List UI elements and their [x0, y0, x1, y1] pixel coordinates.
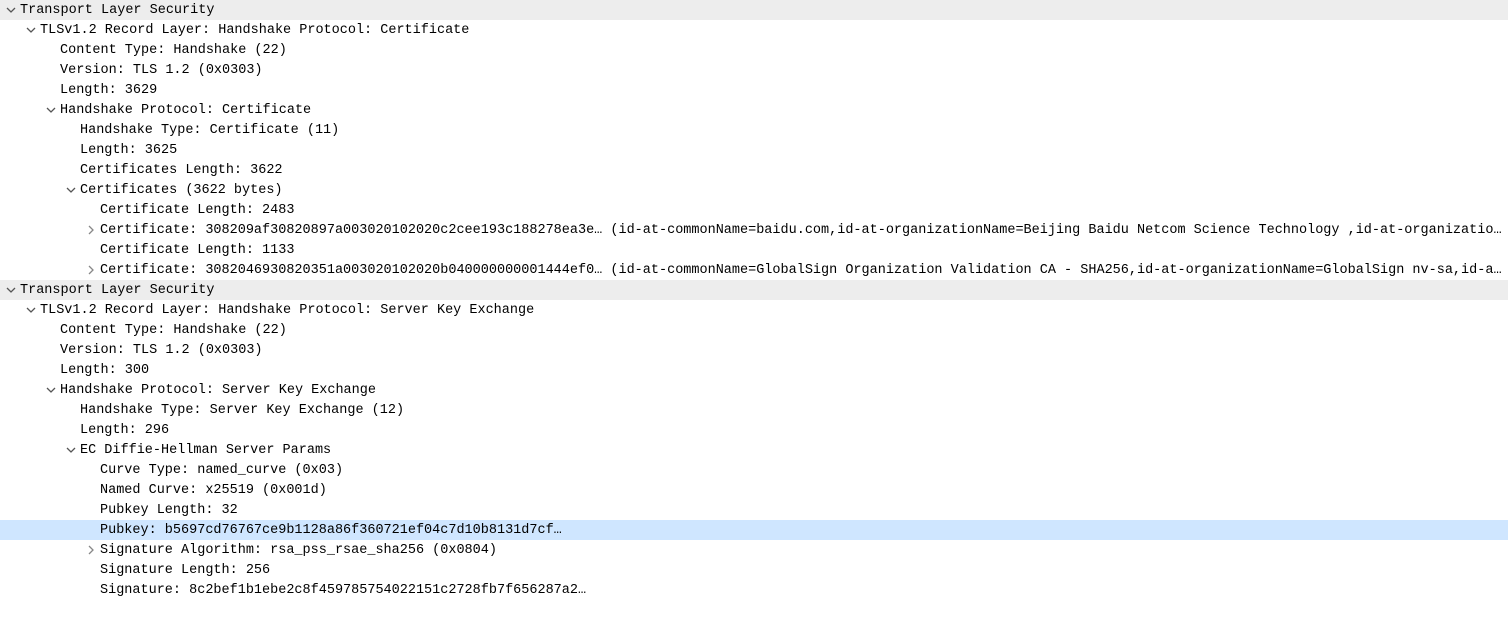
tree-row-label: Certificate Length: 1133: [100, 243, 294, 258]
tree-row[interactable]: Content Type: Handshake (22): [0, 40, 1508, 60]
tree-row-label: Content Type: Handshake (22): [60, 43, 287, 58]
tree-row[interactable]: Signature Length: 256: [0, 560, 1508, 580]
chevron-down-icon[interactable]: [24, 23, 38, 37]
tree-row-label: Certificate Length: 2483: [100, 203, 294, 218]
tree-row-label: Pubkey: b5697cd76767ce9b1128a86f360721ef…: [100, 523, 562, 538]
tree-row[interactable]: Certificate Length: 2483: [0, 200, 1508, 220]
tree-row[interactable]: TLSv1.2 Record Layer: Handshake Protocol…: [0, 20, 1508, 40]
tree-row-label: Length: 3625: [80, 143, 177, 158]
tree-row[interactable]: Handshake Protocol: Certificate: [0, 100, 1508, 120]
tree-row[interactable]: Length: 3625: [0, 140, 1508, 160]
chevron-down-icon[interactable]: [44, 103, 58, 117]
tree-row-label: Certificate: 308209af30820897a0030201020…: [100, 223, 1504, 238]
tree-row[interactable]: Certificate: 308209af30820897a0030201020…: [0, 220, 1508, 240]
chevron-down-icon[interactable]: [24, 303, 38, 317]
tree-row-label: Signature Length: 256: [100, 563, 270, 578]
tree-row-label: Certificates Length: 3622: [80, 163, 283, 178]
tree-row-label: TLSv1.2 Record Layer: Handshake Protocol…: [40, 303, 534, 318]
tree-row[interactable]: Length: 3629: [0, 80, 1508, 100]
tree-row[interactable]: Signature Algorithm: rsa_pss_rsae_sha256…: [0, 540, 1508, 560]
tree-row-label: Pubkey Length: 32: [100, 503, 238, 518]
packet-details-tree[interactable]: Transport Layer Security TLSv1.2 Record L…: [0, 0, 1508, 600]
tree-row-label: Handshake Type: Certificate (11): [80, 123, 339, 138]
tree-row[interactable]: Curve Type: named_curve (0x03): [0, 460, 1508, 480]
chevron-right-icon[interactable]: [84, 543, 98, 557]
tree-row-label: Content Type: Handshake (22): [60, 323, 287, 338]
tree-row-label: TLSv1.2 Record Layer: Handshake Protocol…: [40, 23, 469, 38]
tree-row-label: Version: TLS 1.2 (0x0303): [60, 63, 263, 78]
tree-row[interactable]: Certificate Length: 1133: [0, 240, 1508, 260]
tree-row[interactable]: Transport Layer Security: [0, 0, 1508, 20]
tree-row[interactable]: Content Type: Handshake (22): [0, 320, 1508, 340]
tree-row[interactable]: Named Curve: x25519 (0x001d): [0, 480, 1508, 500]
tree-row[interactable]: Certificate: 3082046930820351a0030201020…: [0, 260, 1508, 280]
chevron-down-icon[interactable]: [64, 443, 78, 457]
tree-row-label: Length: 3629: [60, 83, 157, 98]
tree-row[interactable]: Pubkey: b5697cd76767ce9b1128a86f360721ef…: [0, 520, 1508, 540]
tree-row[interactable]: TLSv1.2 Record Layer: Handshake Protocol…: [0, 300, 1508, 320]
tree-row[interactable]: Pubkey Length: 32: [0, 500, 1508, 520]
tree-row[interactable]: Handshake Protocol: Server Key Exchange: [0, 380, 1508, 400]
tree-row[interactable]: Handshake Type: Certificate (11): [0, 120, 1508, 140]
chevron-down-icon[interactable]: [4, 283, 18, 297]
tree-row[interactable]: Signature: 8c2bef1b1ebe2c8f4597857540221…: [0, 580, 1508, 600]
tree-row[interactable]: Transport Layer Security: [0, 280, 1508, 300]
tree-row[interactable]: Version: TLS 1.2 (0x0303): [0, 60, 1508, 80]
tree-row[interactable]: Length: 300: [0, 360, 1508, 380]
tree-row-label: Named Curve: x25519 (0x001d): [100, 483, 327, 498]
tree-row-label: Version: TLS 1.2 (0x0303): [60, 343, 263, 358]
tree-row-label: Transport Layer Security: [20, 3, 214, 18]
tree-row-label: Curve Type: named_curve (0x03): [100, 463, 343, 478]
tree-row-label: EC Diffie-Hellman Server Params: [80, 443, 331, 458]
tree-row[interactable]: Length: 296: [0, 420, 1508, 440]
tree-row[interactable]: Version: TLS 1.2 (0x0303): [0, 340, 1508, 360]
tree-row-label: Transport Layer Security: [20, 283, 214, 298]
tree-row-label: Length: 300: [60, 363, 149, 378]
tree-row[interactable]: EC Diffie-Hellman Server Params: [0, 440, 1508, 460]
tree-row[interactable]: Certificates Length: 3622: [0, 160, 1508, 180]
tree-row-label: Certificate: 3082046930820351a0030201020…: [100, 263, 1504, 278]
tree-row-label: Length: 296: [80, 423, 169, 438]
tree-row-label: Signature Algorithm: rsa_pss_rsae_sha256…: [100, 543, 497, 558]
chevron-down-icon[interactable]: [64, 183, 78, 197]
tree-row-label: Signature: 8c2bef1b1ebe2c8f4597857540221…: [100, 583, 586, 598]
tree-row-label: Handshake Protocol: Server Key Exchange: [60, 383, 376, 398]
tree-row-label: Certificates (3622 bytes): [80, 183, 283, 198]
tree-row[interactable]: Handshake Type: Server Key Exchange (12): [0, 400, 1508, 420]
tree-row-label: Handshake Type: Server Key Exchange (12): [80, 403, 404, 418]
chevron-right-icon[interactable]: [84, 263, 98, 277]
tree-row[interactable]: Certificates (3622 bytes): [0, 180, 1508, 200]
tree-row-label: Handshake Protocol: Certificate: [60, 103, 311, 118]
chevron-right-icon[interactable]: [84, 223, 98, 237]
chevron-down-icon[interactable]: [44, 383, 58, 397]
chevron-down-icon[interactable]: [4, 3, 18, 17]
